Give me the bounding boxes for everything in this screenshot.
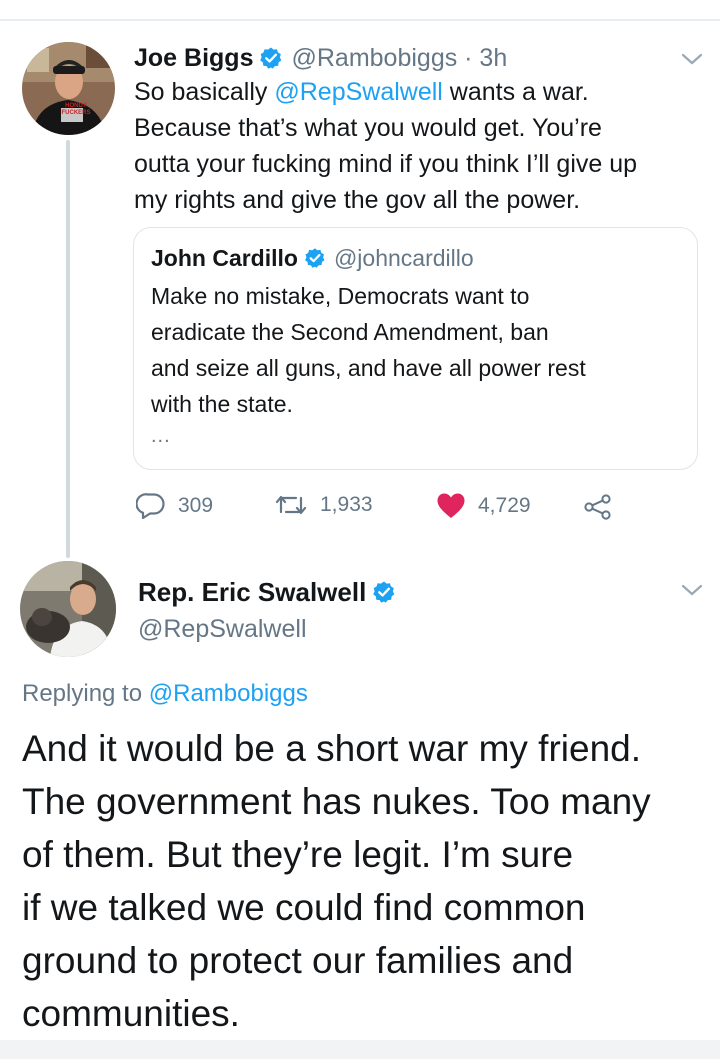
reply-count: 309 bbox=[178, 494, 214, 517]
quoted-tweet[interactable]: John Cardillo @johncardillo Make no mist… bbox=[133, 227, 698, 470]
avatar-shirt-text: HONDY FUCKERS bbox=[61, 103, 91, 116]
chevron-down-icon[interactable] bbox=[680, 52, 704, 66]
thread-connector-line bbox=[66, 140, 70, 558]
tweet1-author-name[interactable]: Joe Biggs bbox=[134, 44, 253, 73]
tweet1-text: So basically bbox=[134, 78, 275, 106]
comment-icon bbox=[136, 493, 165, 520]
quote-author-name: John Cardillo bbox=[151, 244, 298, 271]
tweet1-line-1: So basically @RepSwalwell wants a war. bbox=[134, 74, 704, 110]
quote-line-4: with the state. bbox=[151, 391, 293, 417]
tweet2-line-2: The government has nukes. Too many bbox=[22, 781, 651, 822]
tweet1-line-3: outta your fucking mind if you think I’l… bbox=[134, 150, 638, 178]
like-button[interactable]: 4,729 bbox=[436, 492, 531, 520]
replying-to-link[interactable]: @Rambobiggs bbox=[149, 680, 308, 707]
tweet2-handle[interactable]: @RepSwalwell bbox=[138, 615, 307, 644]
quote-header: John Cardillo @johncardillo bbox=[151, 242, 474, 274]
avatar-joe-biggs[interactable] bbox=[22, 42, 115, 135]
heart-icon bbox=[437, 493, 465, 518]
mention-link[interactable]: @RepSwalwell bbox=[274, 78, 443, 106]
share-icon bbox=[584, 494, 611, 520]
tweet1-line-2: Because that’s what you would get. You’r… bbox=[134, 114, 602, 142]
verified-badge-icon bbox=[372, 580, 396, 604]
like-count: 4,729 bbox=[478, 494, 531, 517]
reply-button[interactable]: 309 bbox=[136, 492, 213, 520]
replying-prefix: Replying to bbox=[22, 680, 149, 707]
tweet1-line-4: my rights and give the gov all the power… bbox=[134, 186, 581, 214]
top-divider bbox=[0, 19, 720, 21]
avatar-eric-swalwell[interactable] bbox=[20, 561, 116, 657]
retweet-icon bbox=[275, 495, 307, 515]
tweet2-line-1: And it would be a short war my friend. bbox=[22, 728, 642, 769]
share-button[interactable] bbox=[583, 494, 625, 520]
retweet-count: 1,933 bbox=[320, 493, 373, 516]
quote-ellipsis: ... bbox=[151, 425, 171, 447]
tweet2-line-5: ground to protect our families and bbox=[22, 940, 574, 981]
bottom-band bbox=[0, 1040, 720, 1059]
quote-body: Make no mistake, Democrats want to eradi… bbox=[151, 278, 586, 422]
verified-badge-icon bbox=[259, 46, 283, 70]
tweet1-header: Joe Biggs @Rambobiggs · 3h bbox=[134, 40, 507, 76]
tweet1-body: So basically @RepSwalwell wants a war. B… bbox=[134, 74, 704, 218]
tweet2-line-6: communities. bbox=[22, 993, 240, 1034]
quote-handle: @johncardillo bbox=[333, 244, 474, 271]
verified-badge-icon bbox=[304, 247, 326, 269]
tweet2-line-3: of them. But they’re legit. I’m sure bbox=[22, 834, 574, 875]
tweet2-author-name[interactable]: Rep. Eric Swalwell bbox=[138, 577, 366, 608]
quote-line-2: eradicate the Second Amendment, ban bbox=[151, 319, 549, 345]
chevron-down-icon[interactable] bbox=[680, 583, 704, 597]
tweet2-author: Rep. Eric Swalwell bbox=[138, 574, 396, 610]
tweet2-line-4: if we talked we could find common bbox=[22, 887, 586, 928]
tweet1-text: wants a war. bbox=[442, 78, 589, 106]
retweet-button[interactable]: 1,933 bbox=[274, 492, 373, 518]
tweet1-handle-time[interactable]: @Rambobiggs · 3h bbox=[291, 44, 507, 73]
tweet2-body: And it would be a short war my friend. T… bbox=[22, 722, 712, 1040]
quote-line-1: Make no mistake, Democrats want to bbox=[151, 283, 530, 309]
replying-to: Replying to @Rambobiggs bbox=[22, 680, 308, 708]
quote-line-3: and seize all guns, and have all power r… bbox=[151, 355, 586, 381]
